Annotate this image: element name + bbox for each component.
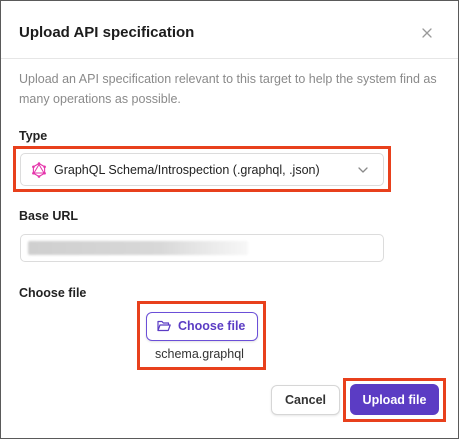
chevron-down-icon <box>358 167 368 173</box>
dialog-header: Upload API specification <box>1 1 458 59</box>
close-button[interactable] <box>417 23 437 43</box>
choose-file-label: Choose file <box>19 286 87 300</box>
dialog-description: Upload an API specification relevant to … <box>19 72 437 106</box>
upload-api-spec-dialog: Upload API specification Upload an API s… <box>0 0 459 439</box>
graphql-icon <box>32 162 46 178</box>
base-url-label: Base URL <box>19 209 79 223</box>
type-select[interactable]: GraphQL Schema/Introspection (.graphql, … <box>20 153 384 186</box>
dialog-title: Upload API specification <box>19 24 195 41</box>
close-icon <box>422 28 432 38</box>
cancel-button[interactable]: Cancel <box>271 385 340 415</box>
type-label: Type <box>19 129 48 143</box>
choose-file-button-label: Choose file <box>178 319 246 333</box>
selected-file-name: schema.graphql <box>155 347 244 361</box>
folder-open-icon <box>157 320 171 332</box>
type-select-value: GraphQL Schema/Introspection (.graphql, … <box>54 163 320 177</box>
redacted-url-value <box>28 241 248 255</box>
upload-file-button[interactable]: Upload file <box>350 384 439 415</box>
choose-file-button[interactable]: Choose file <box>146 312 258 341</box>
